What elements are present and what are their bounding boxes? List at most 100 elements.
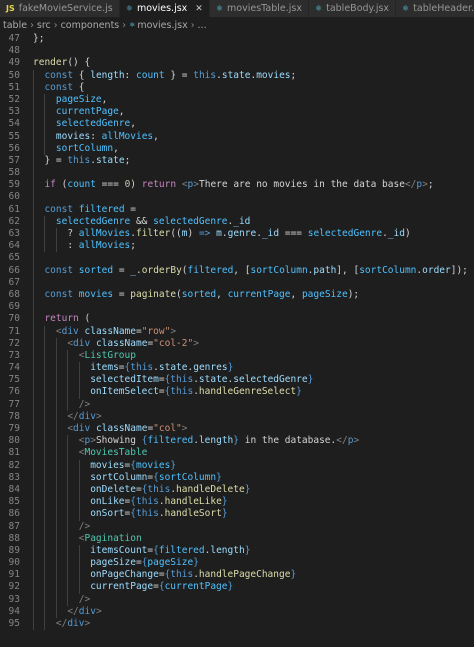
code-token: genres: [193, 362, 228, 374]
code-token: paginate: [130, 288, 177, 300]
breadcrumb-item[interactable]: table: [3, 20, 27, 31]
code-line[interactable]: 64: allMovies;: [0, 240, 474, 253]
code-token: movies: [90, 459, 125, 471]
indent-guide: [67, 483, 69, 497]
code-line[interactable]: 68 const movies = paginate(sorted, curren…: [0, 288, 474, 302]
code-line[interactable]: 80 <p>Showing {filtered.length} in the da…: [0, 435, 474, 448]
indent-guide: [44, 459, 46, 472]
code-line[interactable]: 83 sortColumn={sortColumn}: [0, 471, 474, 484]
code-token: ,: [118, 106, 125, 118]
indent-guide: [33, 386, 34, 399]
code-line[interactable]: 95 </div>: [0, 618, 474, 631]
tab-tableheader-jsx[interactable]: ⚛tableHeader.jsx: [396, 0, 474, 17]
code-line[interactable]: 84 onDelete={this.handleDelete}: [0, 483, 474, 497]
code-line[interactable]: 89 itemsCount={filtered.length}: [0, 544, 474, 558]
code-line[interactable]: 54 selectedGenre,: [0, 118, 474, 131]
code-line[interactable]: 79 <div className="col">: [0, 423, 474, 436]
code-line[interactable]: 48: [0, 45, 474, 57]
code-line[interactable]: 73 <ListGroup: [0, 349, 474, 363]
code-line[interactable]: 72 <div className="col-2">: [0, 337, 474, 350]
code-line[interactable]: 75 selectedItem={this.state.selectedGenre…: [0, 374, 474, 387]
code-line[interactable]: 50 const { length: count } = this.state.m…: [0, 69, 474, 82]
code-line[interactable]: 59 if (count === 0) return <p>There are n…: [0, 179, 474, 192]
code-line[interactable]: 87 />: [0, 520, 474, 533]
indent-guide: [33, 459, 34, 472]
code-line[interactable]: 57} = this.state;: [0, 154, 474, 168]
code-line[interactable]: 55 movies: allMovies,: [0, 130, 474, 143]
tab-fakemovieservice-js[interactable]: JS fakeMovieService.js: [0, 0, 120, 17]
code-token: handleDelete: [176, 483, 245, 495]
code-line[interactable]: 70 return (: [0, 313, 474, 326]
code-line[interactable]: 62 selectedGenre && selectedGenre._id: [0, 215, 474, 228]
code-line[interactable]: 69: [0, 301, 474, 314]
code-line[interactable]: 86 onSort={this.handleSort}: [0, 508, 474, 521]
code-token: sortColumn: [55, 142, 114, 154]
line-number: 66: [8, 264, 20, 276]
code-token: onLike: [90, 496, 125, 508]
code-line[interactable]: 51 const {: [0, 81, 474, 94]
indent-guide: [67, 471, 69, 484]
indent-guide: [55, 544, 57, 558]
code-line[interactable]: 67: [0, 276, 474, 289]
code-token: div: [78, 410, 96, 422]
code-line[interactable]: 56 sortColumn,: [0, 142, 474, 155]
code-line[interactable]: 65: [0, 252, 474, 265]
code-line[interactable]: 49 render() {: [0, 57, 474, 69]
breadcrumb-item[interactable]: src: [37, 20, 51, 31]
code-token: >: [95, 410, 102, 422]
line-number: 63: [8, 228, 20, 239]
close-icon[interactable]: ✕: [195, 4, 203, 14]
indent-guide: [33, 106, 34, 119]
code-token: if: [44, 179, 56, 191]
code-token: currentPage: [90, 581, 154, 593]
indent-guide: [44, 508, 46, 521]
breadcrumb-item[interactable]: ...: [198, 20, 207, 31]
code-line[interactable]: 74 items={this.state.genres}: [0, 362, 474, 375]
indent-guide: [67, 557, 69, 570]
code-line[interactable]: 81 <MoviesTable: [0, 447, 474, 460]
code-line[interactable]: 60: [0, 191, 474, 204]
code-line[interactable]: 82 movies={movies}: [0, 459, 474, 472]
code-token: (: [78, 313, 91, 325]
code-editor[interactable]: 47}; 48 49 render() {50 const { length: coun…: [0, 33, 474, 647]
code-line[interactable]: 92 currentPage={currentPage}: [0, 581, 474, 594]
code-line[interactable]: 71 <div className="row">: [0, 325, 474, 338]
code-token: {: [73, 81, 85, 93]
code-token: =>: [198, 228, 211, 239]
code-line[interactable]: 93 />: [0, 593, 474, 606]
code-line[interactable]: 61 const filtered =: [0, 203, 474, 216]
indent-guide: [33, 532, 34, 545]
line-number: 82: [8, 459, 20, 471]
indent-guide: [55, 508, 57, 521]
indent-guide: [44, 520, 46, 533]
code-line[interactable]: 91 onPageChange={this.handlePageChange}: [0, 569, 474, 582]
code-line[interactable]: 76 onItemSelect={this.handleGenreSelect}: [0, 386, 474, 399]
indent-guide: [44, 228, 46, 241]
code-line[interactable]: 52 pageSize,: [0, 93, 474, 107]
code-line[interactable]: 94 </div>: [0, 605, 474, 618]
code-line[interactable]: 90 pageSize={pageSize}: [0, 557, 474, 570]
code-token: allMovies: [78, 240, 131, 252]
breadcrumb-item[interactable]: movies.jsx: [137, 20, 187, 31]
code-token: filtered: [78, 203, 125, 215]
code-line[interactable]: 63 ? allMovies.filter((m) => m.genre._id …: [0, 228, 474, 241]
tab-moviestable-jsx[interactable]: ⚛ moviesTable.jsx: [209, 0, 309, 17]
line-number: 92: [8, 581, 20, 593]
code-token: this: [170, 569, 194, 581]
code-line[interactable]: 66 const sorted = _.orderBy(filtered, [so…: [0, 264, 474, 277]
tab-tablebody-jsx[interactable]: ⚛ tableBody.jsx: [308, 0, 397, 17]
code-line[interactable]: 77 />: [0, 398, 474, 411]
code-line[interactable]: 88 <Pagination: [0, 532, 474, 545]
code-token: }: [244, 483, 251, 495]
code-line[interactable]: 78 </div>: [0, 410, 474, 423]
code-text: } = this.state;: [44, 155, 130, 167]
code-line[interactable]: 58: [0, 167, 474, 180]
code-token: ListGroup: [84, 349, 136, 361]
tab-movies-jsx[interactable]: ⚛ movies.jsx ✕: [119, 0, 210, 17]
code-token: className: [95, 423, 148, 434]
line-number: 52: [8, 93, 20, 105]
code-line[interactable]: 53 currentPage,: [0, 106, 474, 119]
code-line[interactable]: 85 onLike={this.handleLike}: [0, 496, 474, 509]
breadcrumb-item[interactable]: components: [61, 20, 120, 31]
code-line[interactable]: 47};: [0, 33, 474, 45]
